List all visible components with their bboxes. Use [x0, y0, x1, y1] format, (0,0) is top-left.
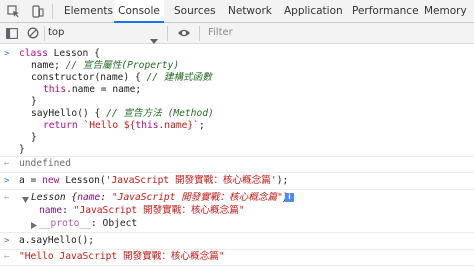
tab-memory[interactable]: Memory — [424, 0, 470, 23]
keyword-class: class — [19, 48, 54, 59]
keyword-this: this — [43, 84, 67, 95]
live-expression-eye-icon[interactable] — [173, 23, 195, 43]
result-arrow-icon: ← — [4, 193, 10, 203]
class-name: Lesson — [53, 48, 89, 59]
object-proto[interactable]: __proto__: Object — [39, 218, 137, 230]
result-string-value: "Hello JavaScript 開發實戰：核心概念篇" — [19, 251, 225, 262]
input-prompt-icon: > — [4, 49, 10, 59]
preview-brace-open: { — [65, 192, 78, 203]
code-line-1: class Lesson { — [19, 48, 100, 60]
console-result-undefined: ← undefined — [0, 157, 474, 171]
tab-application[interactable]: Application — [284, 0, 344, 23]
keyword-new: new — [42, 175, 60, 186]
toolbar-separator-2 — [167, 26, 168, 41]
result-arrow-icon: ← — [4, 252, 10, 262]
console-input-class: > class Lesson { name; // 宣告屬性(Property)… — [0, 46, 474, 156]
inspect-element-icon[interactable] — [2, 0, 24, 23]
object-class-name: Lesson — [31, 192, 66, 203]
code-comment: // 宣告方法 (Method) — [106, 108, 214, 119]
console-output: > class Lesson { name; // 宣告屬性(Property)… — [0, 44, 474, 268]
keyword-this: this — [135, 120, 159, 131]
property-value: "JavaScript 開發實戰：核心概念篇" — [73, 205, 245, 216]
code-semicolon: ; — [198, 120, 205, 131]
devtools-tabbar: Elements Console Sources Network Applica… — [0, 0, 474, 23]
tab-console[interactable]: Console — [114, 0, 164, 23]
console-result-object: ← Lesson {name: "JavaScript 開發實戰：核心概念篇"}… — [0, 191, 474, 233]
entry-divider — [0, 232, 474, 233]
code-brace: } — [31, 96, 37, 107]
info-badge-icon[interactable]: i — [285, 193, 294, 202]
code-text: Lesson( — [59, 175, 106, 186]
toolbar-separator-3 — [199, 26, 200, 41]
tab-performance[interactable]: Performance — [352, 0, 419, 23]
code-brace: } — [31, 132, 37, 143]
input-prompt-icon: > — [4, 176, 10, 186]
object-property-name: name: "JavaScript 開發實戰：核心概念篇" — [39, 205, 245, 217]
code-text: ); — [276, 175, 289, 186]
code-line-2: name; // 宣告屬性(Property) — [31, 60, 179, 72]
input-prompt-icon: > — [4, 236, 10, 246]
proto-expand-triangle-icon[interactable] — [31, 221, 37, 232]
code-comment: // 宣告屬性(Property) — [65, 60, 180, 71]
code-line-5: } — [31, 96, 37, 108]
proto-sep: : — [90, 218, 103, 229]
context-selector[interactable]: top — [48, 23, 64, 43]
preview-key: name — [77, 192, 101, 203]
property-key: name — [39, 205, 63, 216]
entry-divider — [0, 265, 474, 266]
entry-divider — [0, 189, 474, 190]
code-text: name; — [31, 60, 66, 71]
expand-triangle-icon[interactable] — [22, 195, 29, 206]
result-value: undefined — [19, 158, 71, 169]
preview-sep: : — [100, 192, 112, 203]
object-preview[interactable]: Lesson {name: "JavaScript 開發實戰：核心概念篇"} — [31, 192, 289, 204]
code-text: constructor(name) { — [31, 72, 147, 83]
code-brace: } — [19, 144, 25, 155]
device-toolbar-icon[interactable] — [26, 0, 48, 23]
code-line-8: } — [31, 132, 37, 144]
code-line: a = new Lesson('JavaScript 開發實戰：核心概念篇'); — [19, 175, 288, 187]
filter-input[interactable]: Filter — [208, 23, 233, 43]
console-input-new-lesson: > a = new Lesson('JavaScript 開發實戰：核心概念篇'… — [0, 174, 474, 188]
tab-network[interactable]: Network — [228, 0, 272, 23]
entry-divider — [0, 172, 474, 173]
console-toolbar: top Filter — [0, 23, 474, 44]
preview-value: "JavaScript 開發實戰：核心概念篇" — [111, 192, 283, 203]
property-sep: : — [62, 205, 74, 216]
code-text: a = — [19, 175, 43, 186]
keyword-return: return — [43, 120, 84, 131]
code-text: sayHello() { — [31, 108, 107, 119]
tab-sources[interactable]: Sources — [174, 0, 216, 23]
toggle-sidebar-icon[interactable] — [1, 23, 23, 43]
tab-elements[interactable]: Elements — [64, 0, 113, 23]
code-line: a.sayHello(); — [19, 235, 95, 246]
clear-console-icon[interactable] — [22, 23, 44, 43]
code-line-4: this.name = name; — [43, 84, 141, 96]
result-arrow-icon: ← — [4, 159, 10, 169]
tabbar-separator — [52, 4, 53, 19]
template-string-end: .name}` — [158, 120, 199, 131]
proto-value: Object — [102, 218, 138, 229]
code-brace: { — [88, 48, 100, 59]
console-result-string: ← "Hello JavaScript 開發實戰：核心概念篇" — [0, 250, 474, 264]
code-line-7: return `Hello ${this.name}`; — [43, 120, 205, 132]
console-input-sayhello: > a.sayHello(); — [0, 234, 474, 248]
code-comment: // 建構式函數 — [146, 72, 212, 83]
code-text: .name = name; — [66, 84, 142, 95]
template-string-start: `Hello ${ — [83, 120, 136, 131]
toolbar-separator — [44, 26, 45, 41]
code-line-6: sayHello() { // 宣告方法 (Method) — [31, 108, 214, 120]
code-line-9: } — [19, 144, 25, 156]
proto-key: __proto__ — [39, 218, 91, 229]
string-literal: 'JavaScript 開發實戰：核心概念篇' — [105, 175, 277, 186]
code-line-3: constructor(name) { // 建構式函數 — [31, 72, 212, 84]
